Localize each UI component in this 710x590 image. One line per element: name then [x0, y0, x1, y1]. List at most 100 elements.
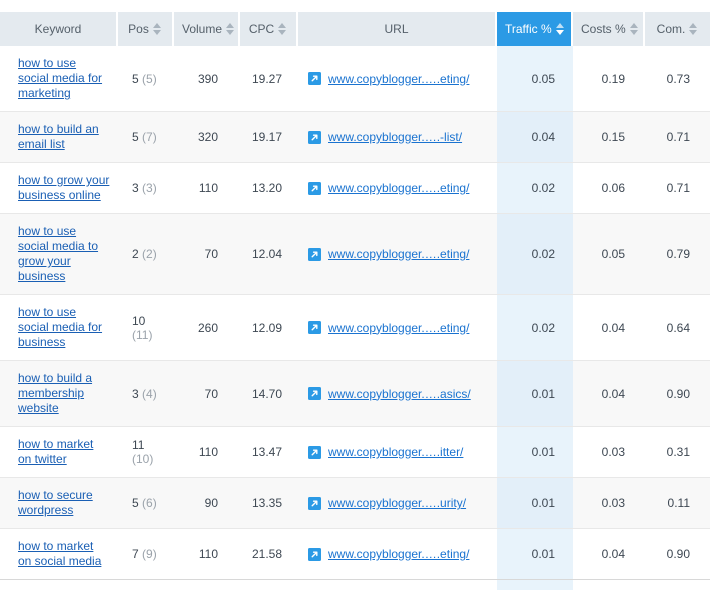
column-header-traffic[interactable]: Traffic %: [497, 12, 573, 46]
cell-volume: 90: [174, 478, 240, 529]
cell-cpc: 12.09: [240, 295, 298, 361]
cell-costs: 0.06: [573, 163, 645, 214]
keyword-link[interactable]: how to use social media to grow your bus…: [18, 224, 110, 284]
cell-keyword: how to use social media to grow your bus…: [0, 214, 118, 295]
external-link-icon[interactable]: [308, 247, 321, 261]
sort-arrows-icon[interactable]: [278, 23, 287, 35]
column-header-pos[interactable]: Pos: [118, 12, 174, 46]
cell-volume: 110: [174, 529, 240, 580]
cell-keyword: how to secure wordpress: [0, 478, 118, 529]
position-previous: (5): [142, 71, 157, 86]
cell-position: 5 (7): [118, 112, 174, 163]
sort-arrows-icon[interactable]: [689, 23, 698, 35]
cell-cpc: 19.27: [240, 46, 298, 112]
url-link[interactable]: www.copyblogger.….eting/: [328, 547, 469, 561]
sort-arrows-icon[interactable]: [152, 23, 162, 35]
keyword-link[interactable]: how to use social media for business: [18, 305, 110, 350]
column-label-url: URL: [384, 22, 409, 36]
table-row: how to market on twitter 11 (10) 110 13.47 w…: [0, 427, 710, 478]
cell-traffic: 0.04: [497, 112, 573, 163]
position-previous: (2): [142, 247, 157, 261]
column-header-cpc[interactable]: CPC: [240, 12, 298, 46]
position-current: 5: [132, 496, 139, 510]
cell-traffic: 0.01: [497, 427, 573, 478]
keyword-link[interactable]: how to build a membership website: [18, 371, 110, 416]
position-previous: (6): [142, 496, 157, 510]
keyword-link[interactable]: how to market on twitter: [18, 437, 110, 467]
table-row: how to grow your business online 3 (3) 110…: [0, 163, 710, 214]
sort-arrows-icon-active[interactable]: [555, 23, 565, 35]
cell-com: 0.64: [645, 295, 710, 361]
cell-traffic: 0.02: [497, 214, 573, 295]
cell-costs: 0.04: [573, 361, 645, 427]
url-link[interactable]: www.copyblogger.….asics/: [328, 387, 471, 401]
table-row: how to use social media for marketing 5 (…: [0, 46, 710, 112]
table-row: how to secure wordpress 5 (6) 90 13.35 www.c…: [0, 478, 710, 529]
cell-keyword: how to market on social media: [0, 529, 118, 580]
external-link-icon[interactable]: [308, 72, 321, 85]
table-row: how to build an email list 5 (7) 320 19.17 w…: [0, 112, 710, 163]
cell-traffic: 0.05: [497, 46, 573, 112]
position-current: 5: [132, 130, 139, 144]
cell-com: 0.71: [645, 112, 710, 163]
cell-url: www.copyblogger.….eting/: [298, 214, 497, 295]
external-link-icon[interactable]: [308, 321, 321, 334]
keyword-link[interactable]: how to market on social media: [18, 539, 110, 569]
url-link[interactable]: www.copyblogger.….eting/: [328, 247, 469, 261]
cell-volume: 110: [174, 427, 240, 478]
keyword-link[interactable]: how to use social media for marketing: [18, 56, 110, 101]
cell-traffic: 0.01: [497, 529, 573, 580]
external-link-icon[interactable]: [308, 547, 321, 561]
external-link-icon[interactable]: [308, 496, 321, 510]
external-link-icon[interactable]: [308, 181, 321, 195]
cell-url: www.copyblogger.….eting/: [298, 46, 497, 112]
url-link[interactable]: www.copyblogger.….eting/: [328, 72, 469, 86]
cell-url: www.copyblogger.….eting/: [298, 295, 497, 361]
column-label-costs: Costs %: [581, 22, 626, 36]
external-link-icon[interactable]: [308, 130, 321, 144]
keyword-link[interactable]: how to build an email list: [18, 122, 110, 152]
position-current: 11: [132, 438, 145, 452]
url-link[interactable]: www.copyblogger.….eting/: [328, 181, 469, 195]
table-row: how to build a membership website 3 (4) 70…: [0, 361, 710, 427]
cell-cpc: 13.35: [240, 478, 298, 529]
cell-volume: 70: [174, 361, 240, 427]
cell-keyword: how to use social media for marketing: [0, 46, 118, 112]
url-link[interactable]: www.copyblogger.….urity/: [328, 496, 466, 510]
keyword-link[interactable]: how to grow your business online: [18, 173, 110, 203]
url-link[interactable]: www.copyblogger.….-list/: [328, 130, 462, 144]
position-previous: (10): [132, 452, 154, 466]
keyword-link[interactable]: how to secure wordpress: [18, 488, 110, 518]
cell-costs: 0.04: [573, 295, 645, 361]
column-header-url[interactable]: URL: [298, 12, 497, 46]
cell-cpc: 21.58: [240, 529, 298, 580]
table-bottom-strip: [0, 580, 710, 590]
cell-costs: 0.05: [573, 214, 645, 295]
column-label-com: Com.: [656, 22, 686, 36]
cell-costs: 0.04: [573, 529, 645, 580]
cell-keyword: how to grow your business online: [0, 163, 118, 214]
position-current: 5: [132, 71, 139, 86]
external-link-icon[interactable]: [308, 445, 321, 459]
cell-com: 0.11: [645, 478, 710, 529]
column-header-keyword[interactable]: Keyword: [0, 12, 118, 46]
external-link-icon[interactable]: [308, 387, 321, 400]
table-row: how to market on social media 7 (9) 110 21.…: [0, 529, 710, 580]
url-link[interactable]: www.copyblogger.….eting/: [328, 321, 469, 335]
column-header-volume[interactable]: Volume: [174, 12, 240, 46]
column-label-pos: Pos: [128, 22, 149, 36]
sort-arrows-icon[interactable]: [226, 23, 235, 35]
cell-volume: 390: [174, 46, 240, 112]
keyword-table-container: Keyword Pos Volume CPC URL Traffic % Cos…: [0, 0, 710, 590]
column-label-volume: Volume: [182, 22, 223, 36]
sort-arrows-icon[interactable]: [629, 23, 639, 35]
cell-position: 7 (9): [118, 529, 174, 580]
cell-keyword: how to use social media for business: [0, 295, 118, 361]
header-row: Keyword Pos Volume CPC URL Traffic % Cos…: [0, 12, 710, 46]
column-header-com[interactable]: Com.: [645, 12, 710, 46]
column-header-costs[interactable]: Costs %: [573, 12, 645, 46]
url-link[interactable]: www.copyblogger.….itter/: [328, 445, 463, 459]
cell-traffic: 0.01: [497, 361, 573, 427]
cell-keyword: how to market on twitter: [0, 427, 118, 478]
cell-com: 0.31: [645, 427, 710, 478]
